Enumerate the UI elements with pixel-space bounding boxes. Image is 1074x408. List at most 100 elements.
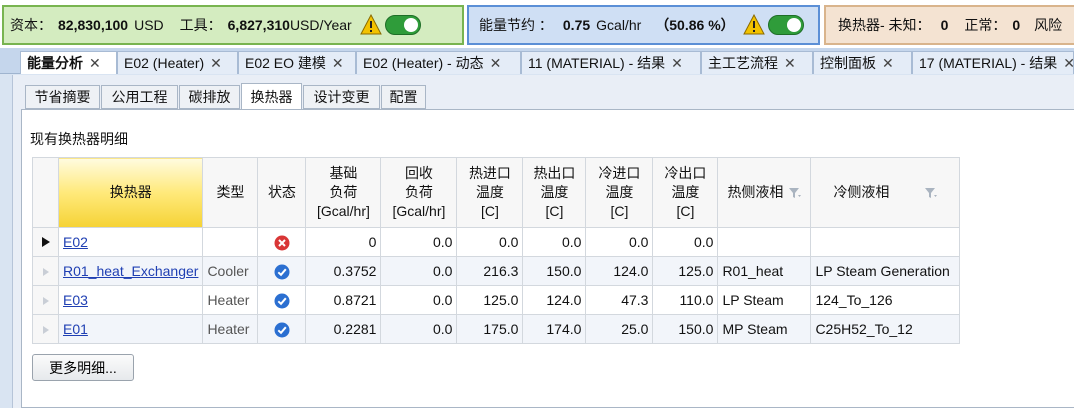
tab-e02-heater[interactable]: E02 (Heater) ✕ — [117, 51, 238, 74]
exchanger-name-link[interactable]: E01 — [57, 314, 204, 344]
capital-toggle[interactable] — [384, 15, 421, 35]
base-duty: 0.2281 — [305, 314, 382, 344]
filter-icon[interactable] — [925, 187, 938, 199]
tab-utilities[interactable]: 公用工程 — [101, 85, 178, 109]
col-header-base-duty[interactable]: 基础 负荷 [Gcal/hr] — [305, 157, 382, 228]
tab-label: 17 (MATERIAL) - 结果 — [919, 55, 1058, 71]
row-indicator-icon — [32, 285, 59, 315]
sub-tab-label: 设计变更 — [313, 89, 370, 105]
tab-energy-analysis[interactable]: 能量分析 ✕ — [20, 51, 117, 74]
status-strip: 资本： 82,830,100 USD 工具： 6,827,310 USD/Yea… — [0, 0, 1074, 48]
tab-label: 11 (MATERIAL) - 结果 — [528, 55, 666, 71]
energy-label: 能量节约 ： — [479, 17, 553, 33]
hx-risk-label: 风险 — [1034, 17, 1063, 33]
energy-percent: （50.86 %） — [655, 17, 735, 33]
cold-side-fluid: 124_To_126 — [810, 285, 961, 315]
status-cell — [257, 227, 307, 257]
checkmark-icon — [274, 293, 290, 309]
sub-tab-label: 节省摘要 — [34, 89, 91, 105]
energy-value: 0.75 — [562, 17, 591, 33]
status-cell — [257, 256, 307, 286]
close-icon[interactable]: ✕ — [210, 55, 222, 72]
col-header-status[interactable]: 状态 — [257, 157, 307, 228]
operating-value: 6,827,310 — [227, 17, 290, 33]
energy-unit: Gcal/hr — [596, 17, 642, 33]
status-cell — [257, 285, 307, 315]
current-row-arrow-icon — [32, 227, 59, 257]
heat-exchanger-panel: 现有换热器明细 换热器 类型 状态 基础 负荷 [Gcal/hr] 回收 负荷 … — [21, 109, 1074, 408]
sub-tab-label: 配置 — [389, 89, 418, 105]
hot-outlet-temp: 174.0 — [522, 314, 587, 344]
recovered-duty: 0.0 — [380, 285, 458, 315]
col-header-hot-side-fluid[interactable]: 热侧液相 — [717, 157, 812, 228]
close-icon[interactable]: ✕ — [784, 55, 796, 72]
cold-outlet-temp: 150.0 — [652, 314, 719, 344]
table-row[interactable]: E01 Heater 0.2281 0.0 175.0 174.0 25.0 1… — [32, 314, 961, 344]
col-header-label: 热侧液相 — [727, 184, 784, 200]
col-header-hot-outlet-temp[interactable]: 热出口 温度 [C] — [522, 157, 587, 228]
energy-toggle[interactable] — [767, 15, 804, 35]
tab-label: E02 EO 建模 — [245, 55, 326, 71]
col-header-cold-inlet-temp[interactable]: 冷进口 温度 [C] — [585, 157, 654, 228]
warning-icon — [742, 14, 765, 35]
exchanger-table: 换热器 类型 状态 基础 负荷 [Gcal/hr] 回收 负荷 [Gcal/hr… — [32, 157, 961, 344]
tab-carbon-emissions[interactable]: 碳排放 — [179, 85, 240, 109]
exchanger-name-link[interactable]: E03 — [57, 285, 204, 315]
hx-unknown-label: 换热器- 未知： — [838, 17, 931, 33]
hot-inlet-temp: 0.0 — [456, 227, 524, 257]
row-indicator-icon — [32, 314, 59, 344]
tab-design-changes[interactable]: 设计变更 — [303, 85, 380, 109]
col-header-cold-side-fluid[interactable]: 冷侧液相 — [810, 157, 961, 228]
base-duty: 0 — [305, 227, 382, 257]
more-details-button[interactable]: 更多明细... — [32, 354, 134, 381]
tab-configuration[interactable]: 配置 — [381, 85, 426, 109]
hot-inlet-temp: 216.3 — [456, 256, 524, 286]
table-row[interactable]: R01_heat_Exchanger Cooler 0.3752 0.0 216… — [32, 256, 961, 286]
close-icon[interactable]: ✕ — [490, 55, 502, 72]
close-icon[interactable]: ✕ — [89, 55, 101, 72]
row-indicator-header — [32, 157, 59, 228]
cold-inlet-temp: 47.3 — [585, 285, 654, 315]
tab-savings-summary[interactable]: 节省摘要 — [25, 85, 100, 109]
document-tab-bar: 能量分析 ✕ E02 (Heater) ✕ E02 EO 建模 ✕ E02 (Heat… — [0, 48, 1074, 74]
table-row[interactable]: E02 0 0.0 0.0 0.0 0.0 0.0 — [32, 227, 961, 257]
tab-heat-exchangers[interactable]: 换热器 — [241, 83, 302, 110]
cold-outlet-temp: 0.0 — [652, 227, 719, 257]
warning-icon — [359, 14, 382, 35]
energy-analysis-view: 节省摘要 公用工程 碳排放 换热器 设计变更 配置 现有换热器明细 换热器 类型… — [12, 75, 1074, 408]
col-header-hot-inlet-temp[interactable]: 热进口 温度 [C] — [456, 157, 524, 228]
hx-ok-label: 正常： — [964, 17, 1007, 33]
hot-outlet-temp: 150.0 — [522, 256, 587, 286]
tab-label: 能量分析 — [27, 55, 83, 71]
close-icon[interactable]: ✕ — [671, 55, 683, 72]
tab-11-material-results[interactable]: 11 (MATERIAL) - 结果 ✕ — [521, 51, 701, 74]
base-duty: 0.3752 — [305, 256, 382, 286]
exchanger-name-link[interactable]: E02 — [57, 227, 204, 257]
recovered-duty: 0.0 — [380, 314, 458, 344]
tab-e02-eo-model[interactable]: E02 EO 建模 ✕ — [238, 51, 356, 74]
sub-tab-label: 换热器 — [250, 88, 293, 105]
tab-e02-dynamic[interactable]: E02 (Heater) - 动态 ✕ — [356, 51, 521, 74]
col-header-cold-outlet-temp[interactable]: 冷出口 温度 [C] — [652, 157, 719, 228]
tab-label: E02 (Heater) — [124, 55, 205, 71]
tab-main-flowsheet[interactable]: 主工艺流程 ✕ — [701, 51, 813, 74]
exchanger-type: Cooler — [202, 256, 259, 286]
filter-icon[interactable] — [789, 187, 802, 199]
cold-inlet-temp: 0.0 — [585, 227, 654, 257]
col-header-exchanger[interactable]: 换热器 — [57, 157, 204, 228]
close-icon[interactable]: ✕ — [882, 55, 894, 72]
col-header-recovered-duty[interactable]: 回收 负荷 [Gcal/hr] — [380, 157, 458, 228]
exchanger-name-link[interactable]: R01_heat_Exchanger — [57, 256, 204, 286]
hot-side-fluid: R01_heat — [717, 256, 812, 286]
capital-label: 资本： — [10, 17, 52, 33]
col-header-type[interactable]: 类型 — [202, 157, 259, 228]
error-icon — [274, 235, 290, 251]
capital-cost-panel: 资本： 82,830,100 USD 工具： 6,827,310 USD/Yea… — [2, 5, 464, 45]
tab-control-panel[interactable]: 控制面板 ✕ — [813, 51, 912, 74]
tab-17-material-results[interactable]: 17 (MATERIAL) - 结果 ✕ — [912, 51, 1074, 74]
tab-label: 主工艺流程 — [708, 55, 778, 71]
close-icon[interactable]: ✕ — [1063, 55, 1073, 72]
hot-inlet-temp: 175.0 — [456, 314, 524, 344]
close-icon[interactable]: ✕ — [332, 55, 344, 72]
table-row[interactable]: E03 Heater 0.8721 0.0 125.0 124.0 47.3 1… — [32, 285, 961, 315]
